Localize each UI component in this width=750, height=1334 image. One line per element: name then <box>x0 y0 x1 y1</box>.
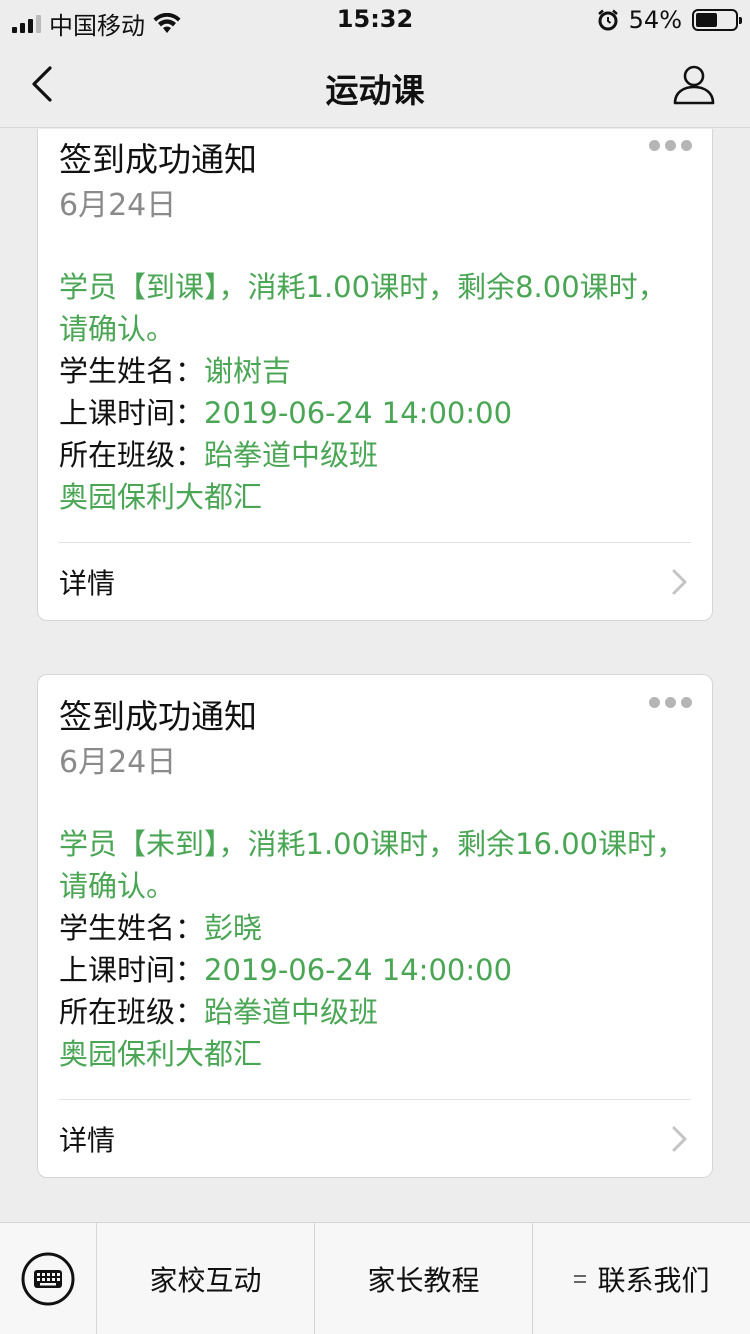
menu-item-label: 家校互动 <box>149 1263 262 1297</box>
battery-percent: 54% <box>628 6 682 34</box>
page-title: 运动课 <box>325 71 425 110</box>
card-date: 6月24日 <box>59 188 177 223</box>
class-row: 所在班级：跆拳道中级班 <box>59 991 691 1033</box>
card-title: 签到成功通知 <box>59 140 257 179</box>
class-label: 所在班级： <box>59 438 205 472</box>
card-body: 学员【到课】，消耗1.00课时，剩余8.00课时，请确认。 学生姓名：谢树吉 上… <box>59 266 691 518</box>
status-bar: 中国移动 15:32 54% <box>0 0 750 40</box>
detail-link[interactable]: 详情 <box>59 1099 691 1177</box>
notification-card: 签到成功通知 6月24日 学员【到课】，消耗1.00课时，剩余8.00课时，请确… <box>37 129 713 621</box>
menu-item-home-school[interactable]: 家校互动 <box>97 1223 315 1334</box>
more-options-icon[interactable] <box>649 140 692 151</box>
detail-link[interactable]: 详情 <box>59 542 691 620</box>
message-list[interactable]: 签到成功通知 6月24日 学员【到课】，消耗1.00课时，剩余8.00课时，请确… <box>0 129 750 1222</box>
card-message: 学员【到课】，消耗1.00课时，剩余8.00课时，请确认。 <box>59 270 667 346</box>
student-value: 彭晓 <box>204 911 263 945</box>
class-value: 跆拳道中级班 <box>204 995 379 1029</box>
nav-bar: 运动课 <box>0 40 750 128</box>
card-message: 学员【未到】，消耗1.00课时，剩余16.00课时，请确认。 <box>59 827 686 903</box>
time-row: 上课时间：2019-06-24 14:00:00 <box>59 949 691 991</box>
status-right: 54% <box>597 6 742 34</box>
battery-level <box>696 13 717 27</box>
detail-label: 详情 <box>59 1123 116 1157</box>
notification-card: 签到成功通知 6月24日 学员【未到】，消耗1.00课时，剩余16.00课时，请… <box>37 674 713 1178</box>
submenu-icon <box>574 1274 587 1283</box>
user-profile-icon[interactable] <box>672 62 716 106</box>
battery-icon <box>692 9 742 31</box>
detail-label: 详情 <box>59 566 116 600</box>
time-label: 上课时间： <box>59 396 205 430</box>
card-date: 6月24日 <box>59 745 177 780</box>
more-options-icon[interactable] <box>649 697 692 708</box>
student-row: 学生姓名：谢树吉 <box>59 350 691 392</box>
location-text: 奥园保利大都汇 <box>59 480 263 514</box>
class-row: 所在班级：跆拳道中级班 <box>59 434 691 476</box>
time-value: 2019-06-24 14:00:00 <box>204 396 513 430</box>
location-text: 奥园保利大都汇 <box>59 1037 263 1071</box>
keyboard-icon <box>21 1252 75 1306</box>
card-body: 学员【未到】，消耗1.00课时，剩余16.00课时，请确认。 学生姓名：彭晓 上… <box>59 823 691 1075</box>
chevron-right-icon <box>672 1126 687 1151</box>
card-title: 签到成功通知 <box>59 697 257 736</box>
menu-item-contact-us[interactable]: 联系我们 <box>533 1223 750 1334</box>
chevron-right-icon <box>672 569 687 594</box>
class-label: 所在班级： <box>59 995 205 1029</box>
student-value: 谢树吉 <box>204 354 292 388</box>
time-row: 上课时间：2019-06-24 14:00:00 <box>59 392 691 434</box>
alarm-icon <box>597 9 618 31</box>
time-value: 2019-06-24 14:00:00 <box>204 953 513 987</box>
time-label: 上课时间： <box>59 953 205 987</box>
student-label: 学生姓名： <box>59 911 205 945</box>
keyboard-toggle-button[interactable] <box>0 1223 97 1334</box>
student-row: 学生姓名：彭晓 <box>59 907 691 949</box>
bottom-menu: 家校互动 家长教程 联系我们 <box>0 1222 750 1334</box>
class-value: 跆拳道中级班 <box>204 438 379 472</box>
menu-item-label: 家长教程 <box>367 1263 480 1297</box>
student-label: 学生姓名： <box>59 354 205 388</box>
menu-item-parent-tutorial[interactable]: 家长教程 <box>315 1223 533 1334</box>
menu-item-label: 联系我们 <box>597 1263 710 1297</box>
